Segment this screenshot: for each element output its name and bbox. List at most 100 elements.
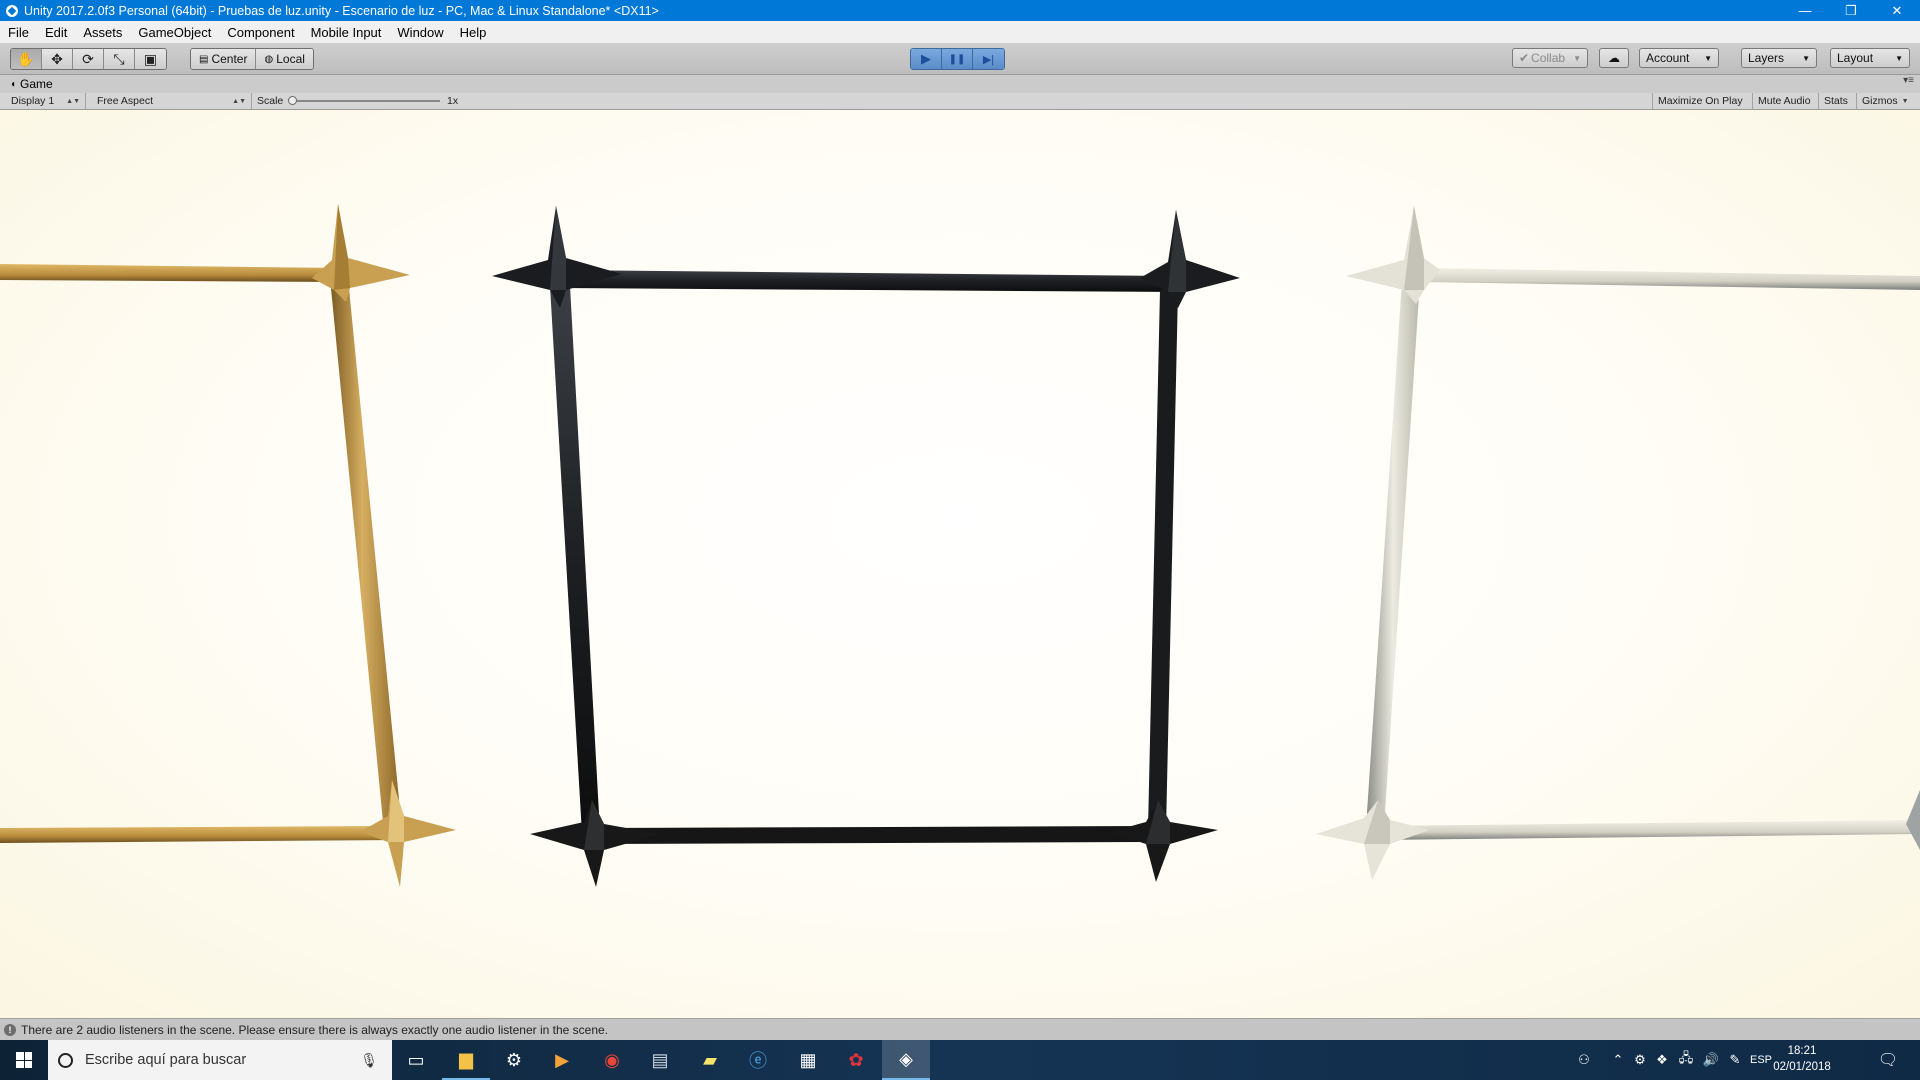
people-icon[interactable]: ⚇ bbox=[1572, 1040, 1596, 1080]
pivot-center-button[interactable]: ▤ Center bbox=[191, 49, 257, 69]
menu-file[interactable]: File bbox=[0, 25, 37, 40]
cloud-button[interactable]: ☁ bbox=[1599, 48, 1629, 68]
unity-icon: ◈ bbox=[899, 1048, 913, 1069]
taskbar-sticky-notes[interactable]: ▰ bbox=[686, 1040, 734, 1080]
panel-menu-icon[interactable]: ▾≡ bbox=[1903, 75, 1914, 86]
menu-assets[interactable]: Assets bbox=[75, 25, 130, 40]
windows-taskbar: Escribe aquí para buscar 🎙 ▭ ▆ ⚙ ▶ ◉ ▤ ▰… bbox=[0, 1040, 1920, 1080]
taskbar-media-player[interactable]: ▶ bbox=[538, 1040, 586, 1080]
menu-edit[interactable]: Edit bbox=[37, 25, 75, 40]
account-dropdown[interactable]: Account ▼ bbox=[1639, 48, 1719, 68]
title-bar: Unity 2017.2.0f3 Personal (64bit) - Prue… bbox=[0, 0, 1920, 21]
start-button[interactable] bbox=[0, 1040, 48, 1080]
chevron-down-icon: ▼ bbox=[1802, 53, 1810, 63]
game-view-toolbar: Display 1 ▲▼ Free Aspect ▲▼ Scale 1x Max… bbox=[0, 93, 1920, 110]
stats-toggle[interactable]: Stats bbox=[1819, 93, 1857, 109]
microphone-icon: 🎙 bbox=[360, 1051, 378, 1068]
taskbar-calculator[interactable]: ▦ bbox=[784, 1040, 832, 1080]
close-button[interactable]: ✕ bbox=[1874, 0, 1920, 21]
updown-arrows-icon: ▲▼ bbox=[66, 97, 80, 105]
layers-dropdown[interactable]: Layers ▼ bbox=[1741, 48, 1817, 68]
dropbox-icon[interactable]: ❖ bbox=[1652, 1040, 1672, 1080]
move-icon: ✥ bbox=[51, 50, 63, 67]
scale-slider-track[interactable] bbox=[292, 100, 440, 102]
chevron-down-icon: ▼ bbox=[1573, 53, 1581, 63]
collab-dropdown[interactable]: ✔ Collab ▼ bbox=[1512, 48, 1588, 68]
menu-bar: File Edit Assets GameObject Component Mo… bbox=[0, 21, 1920, 43]
scale-slider-thumb[interactable] bbox=[288, 96, 297, 105]
game-viewport[interactable] bbox=[0, 110, 1920, 1018]
app-icon: ▤ bbox=[651, 1049, 669, 1070]
hand-icon: ✋ bbox=[17, 50, 35, 67]
scale-icon: ⤡ bbox=[113, 50, 125, 67]
gizmos-dropdown[interactable]: Gizmos ▼ bbox=[1857, 93, 1915, 109]
mute-audio-toggle[interactable]: Mute Audio bbox=[1753, 93, 1819, 109]
pivot-icon: ▤ bbox=[199, 53, 209, 65]
search-placeholder: Escribe aquí para buscar bbox=[85, 1052, 247, 1068]
status-message: There are 2 audio listeners in the scene… bbox=[21, 1023, 609, 1037]
menu-mobile-input[interactable]: Mobile Input bbox=[303, 25, 390, 40]
tray-chevron-up-icon[interactable]: ⌃ bbox=[1608, 1040, 1628, 1080]
play-button[interactable]: ▶ bbox=[911, 49, 942, 69]
network-icon[interactable]: 🖧 bbox=[1674, 1040, 1698, 1080]
step-icon: ▶| bbox=[982, 53, 995, 66]
rect-icon: ▣ bbox=[143, 50, 158, 67]
check-icon: ✔ bbox=[1519, 51, 1530, 65]
task-view-button[interactable]: ▭ bbox=[392, 1040, 440, 1080]
layout-dropdown[interactable]: Layout ▼ bbox=[1830, 48, 1910, 68]
scale-tool-button[interactable]: ⤡ bbox=[104, 49, 135, 69]
chrome-icon: ◉ bbox=[604, 1049, 620, 1070]
rotate-tool-button[interactable]: ⟳ bbox=[73, 49, 104, 69]
hand-tool-button[interactable]: ✋ bbox=[11, 49, 42, 69]
game-tab-row: ◖ Game ▾≡ bbox=[0, 75, 1920, 93]
scene-render bbox=[0, 204, 1920, 887]
pen-icon[interactable]: ✎ bbox=[1724, 1040, 1746, 1080]
transform-tools: ✋ ✥ ⟳ ⤡ ▣ bbox=[10, 48, 167, 70]
step-button[interactable]: ▶| bbox=[973, 49, 1004, 69]
pause-button[interactable]: ❚❚ bbox=[942, 49, 973, 69]
pacman-icon: ◖ bbox=[10, 78, 17, 90]
clock-date: 02/01/2018 bbox=[1773, 1061, 1831, 1073]
window-title: Unity 2017.2.0f3 Personal (64bit) - Prue… bbox=[24, 3, 659, 18]
scale-value: 1x bbox=[447, 95, 459, 107]
chevron-down-icon: ▼ bbox=[1895, 53, 1903, 63]
rect-tool-button[interactable]: ▣ bbox=[135, 49, 166, 69]
menu-window[interactable]: Window bbox=[389, 25, 451, 40]
edge-icon: ⓔ bbox=[749, 1051, 767, 1071]
chevron-down-icon: ▼ bbox=[1704, 53, 1712, 63]
taskbar-unity[interactable]: ◈ bbox=[882, 1040, 930, 1080]
folder-icon: ▆ bbox=[459, 1048, 473, 1069]
display-dropdown[interactable]: Display 1 ▲▼ bbox=[6, 93, 86, 109]
pivot-local-button[interactable]: ◍ Local bbox=[256, 49, 313, 69]
tray-steam-icon[interactable]: ⚙ bbox=[1630, 1040, 1650, 1080]
minimize-button[interactable]: — bbox=[1782, 0, 1828, 21]
globe-icon: ◍ bbox=[264, 53, 274, 65]
maximize-on-play-toggle[interactable]: Maximize On Play bbox=[1652, 93, 1753, 109]
rotate-icon: ⟳ bbox=[82, 50, 94, 67]
console-status-bar[interactable]: ! There are 2 audio listeners in the sce… bbox=[0, 1018, 1920, 1041]
taskbar-game[interactable]: ✿ bbox=[832, 1040, 880, 1080]
move-tool-button[interactable]: ✥ bbox=[42, 49, 73, 69]
taskbar-file-explorer[interactable]: ▆ bbox=[442, 1040, 490, 1080]
updown-arrows-icon: ▲▼ bbox=[232, 97, 246, 105]
menu-component[interactable]: Component bbox=[219, 25, 302, 40]
menu-gameobject[interactable]: GameObject bbox=[130, 25, 219, 40]
restore-button[interactable]: ❐ bbox=[1828, 0, 1874, 21]
cortana-icon bbox=[58, 1052, 73, 1068]
taskbar-search[interactable]: Escribe aquí para buscar 🎙 bbox=[48, 1040, 392, 1080]
volume-icon[interactable]: 🔊 bbox=[1700, 1040, 1722, 1080]
steam-icon: ⚙ bbox=[505, 1049, 523, 1070]
menu-help[interactable]: Help bbox=[452, 25, 495, 40]
taskbar-chrome[interactable]: ◉ bbox=[588, 1040, 636, 1080]
taskbar-edge[interactable]: ⓔ bbox=[734, 1040, 782, 1080]
pause-icon: ❚❚ bbox=[948, 53, 966, 65]
task-view-icon: ▭ bbox=[407, 1049, 425, 1070]
aspect-dropdown[interactable]: Free Aspect ▲▼ bbox=[92, 93, 252, 109]
taskbar-app[interactable]: ▤ bbox=[636, 1040, 684, 1080]
playback-controls: ▶ ❚❚ ▶| bbox=[910, 48, 1005, 70]
taskbar-steam[interactable]: ⚙ bbox=[490, 1040, 538, 1080]
tab-game[interactable]: ◖ Game bbox=[0, 77, 53, 91]
media-player-icon: ▶ bbox=[555, 1049, 569, 1070]
taskbar-clock[interactable]: 18:21 02/01/2018 bbox=[1770, 1043, 1834, 1075]
notification-center-icon[interactable]: 🗨 bbox=[1870, 1040, 1906, 1080]
